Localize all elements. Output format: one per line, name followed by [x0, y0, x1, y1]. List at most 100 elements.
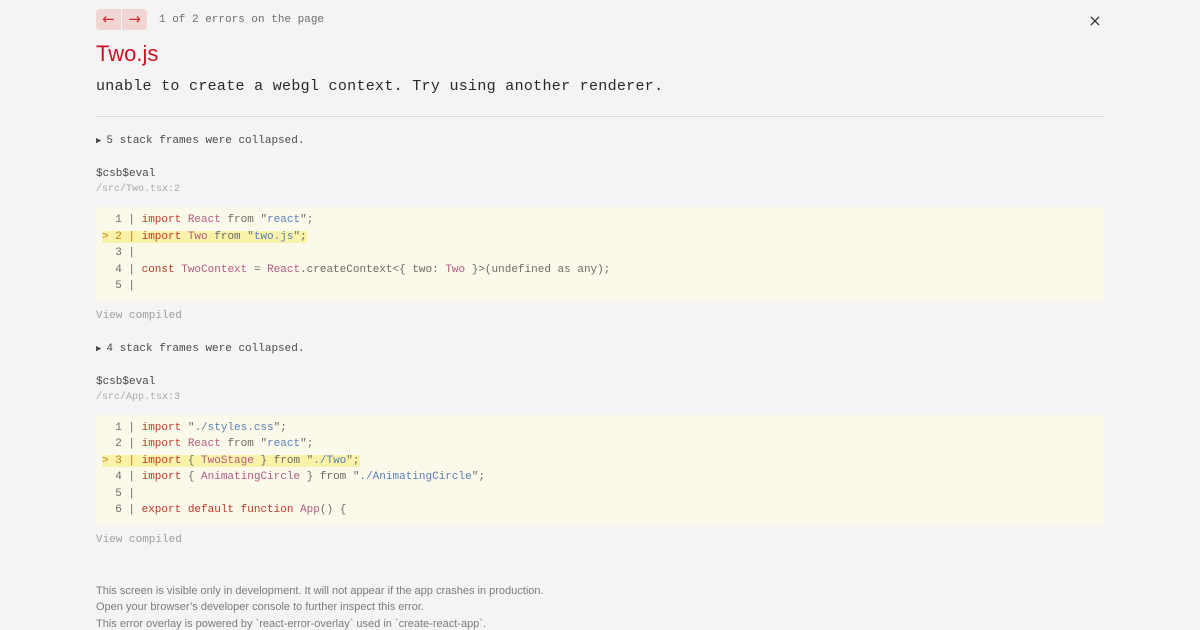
triangle-right-icon: ▶ [96, 343, 102, 354]
error-title: Two.js [96, 41, 159, 66]
code-token: import [141, 214, 182, 226]
code-line: 1 | import React from "react"; [96, 212, 1104, 229]
code-token: " [300, 214, 307, 226]
line-number: 6 | [102, 504, 142, 516]
code-snippet: 1 | import React from "react"; > 2 | impo… [96, 207, 1104, 301]
code-token: default [187, 504, 235, 516]
code-token: ; [306, 214, 314, 226]
footer-line: This screen is visible only in developme… [96, 584, 544, 597]
code-token: " [247, 230, 254, 243]
code-token: import [141, 454, 182, 467]
nav-buttons: ← → [96, 9, 147, 30]
code-token: import [141, 421, 182, 434]
overlay-footer: This screen is visible only in developme… [96, 583, 1104, 630]
line-number: 1 | [102, 421, 142, 434]
code-token: ./styles.css [194, 421, 274, 434]
code-line-content: > 2 | import Two from "two.js"; [102, 230, 307, 243]
code-token: React [187, 438, 221, 450]
code-token: import [141, 230, 182, 243]
code-token: ./AnimatingCircle [359, 471, 472, 483]
footer-line: Open your browser’s developer console to… [96, 601, 424, 613]
code-token: .createContext<{ two: [300, 263, 446, 276]
code-token: = [247, 263, 268, 276]
code-line: 5 | [96, 278, 1104, 295]
line-number: 2 | [102, 438, 142, 450]
code-line-content: 1 | import "./styles.css"; [102, 422, 287, 434]
frame-file-link[interactable]: /src/App.tsx:3 [96, 391, 1104, 405]
code-token: from [207, 230, 248, 243]
code-snippet: 1 | import "./styles.css"; 2 | import Re… [96, 414, 1104, 525]
line-number: > 3 | [102, 454, 142, 467]
code-token: ; [478, 471, 485, 483]
code-token: ; [306, 438, 314, 450]
code-line-content: 1 | import React from "react"; [102, 214, 313, 226]
collapsed-frames-label: 5 stack frames were collapsed. [106, 135, 305, 147]
line-number: 4 | [102, 263, 142, 276]
code-token: import [141, 471, 182, 483]
collapsed-frames-label: 4 stack frames were collapsed. [106, 342, 305, 355]
view-compiled-link[interactable]: View compiled [96, 533, 1104, 547]
code-line-content: 5 | [102, 488, 142, 500]
code-line-content: 4 | import { AnimatingCircle } from "./A… [102, 471, 485, 483]
line-number: 4 | [102, 471, 142, 483]
close-icon[interactable]: × [1088, 13, 1102, 29]
frame-function-name: $csb$eval [96, 168, 156, 180]
code-line: 3 | [96, 245, 1104, 262]
code-line-highlighted: > 3 | import { TwoStage } from "./Two"; [96, 453, 1104, 470]
code-token: ; [280, 421, 287, 434]
code-token: from [220, 438, 261, 450]
code-token: React [187, 214, 221, 226]
divider [96, 116, 1104, 117]
code-token: } from [253, 454, 307, 467]
code-token: () { [319, 504, 347, 516]
stack-frame: ▶ 5 stack frames were collapsed. $csb$eva… [96, 134, 1104, 323]
code-token: TwoStage [201, 454, 254, 467]
line-number: 5 | [102, 487, 142, 500]
code-line: 5 | [96, 486, 1104, 503]
error-message: unable to create a webgl context. Try us… [96, 78, 664, 95]
frame-file-link[interactable]: /src/Two.tsx:2 [96, 183, 1104, 197]
code-token: Two [187, 230, 208, 243]
code-token: react [267, 214, 301, 226]
code-token: export [141, 504, 182, 516]
error-navigation: ← → 1 of 2 errors on the page [96, 9, 1104, 30]
code-token: two.js [253, 230, 294, 243]
code-token: const [141, 263, 175, 276]
code-token: ; [352, 454, 360, 467]
collapsed-frames-toggle[interactable]: ▶ 5 stack frames were collapsed. [96, 134, 1104, 148]
code-line: 6 | export default function App() { [96, 502, 1104, 519]
code-line: 1 | import "./styles.css"; [96, 420, 1104, 437]
footer-line: This error overlay is powered by `react-… [96, 617, 487, 630]
line-number: 1 | [102, 214, 142, 226]
code-line-content: 3 | [102, 247, 142, 259]
frame-function-name: $csb$eval [96, 375, 156, 388]
code-line-content: 5 | [102, 280, 142, 292]
code-token: react [267, 438, 301, 450]
triangle-right-icon: ▶ [96, 136, 102, 146]
code-line-content: 2 | import React from "react"; [102, 438, 313, 450]
next-error-button[interactable]: → [122, 9, 147, 30]
view-compiled-link[interactable]: View compiled [96, 309, 1104, 323]
code-token: }>(undefined as any); [465, 263, 611, 276]
code-token: React [267, 263, 301, 276]
code-token: Two [445, 263, 466, 276]
code-token: " [346, 454, 353, 467]
code-token: App [300, 504, 320, 516]
code-token: { [181, 454, 202, 467]
code-token: " [300, 438, 307, 450]
code-line: 4 | import { AnimatingCircle } from "./A… [96, 469, 1104, 486]
code-token: TwoContext [181, 263, 248, 276]
collapsed-frames-toggle[interactable]: ▶ 4 stack frames were collapsed. [96, 342, 1104, 356]
error-counter: 1 of 2 errors on the page [159, 13, 325, 26]
code-token: ; [300, 230, 307, 243]
code-line: 2 | import React from "react"; [96, 436, 1104, 453]
code-line-highlighted: > 2 | import Two from "two.js"; [96, 229, 1104, 246]
previous-error-button[interactable]: ← [96, 9, 121, 30]
code-token: ./Two [313, 454, 347, 467]
code-line-content: 6 | export default function App() { [102, 504, 346, 516]
